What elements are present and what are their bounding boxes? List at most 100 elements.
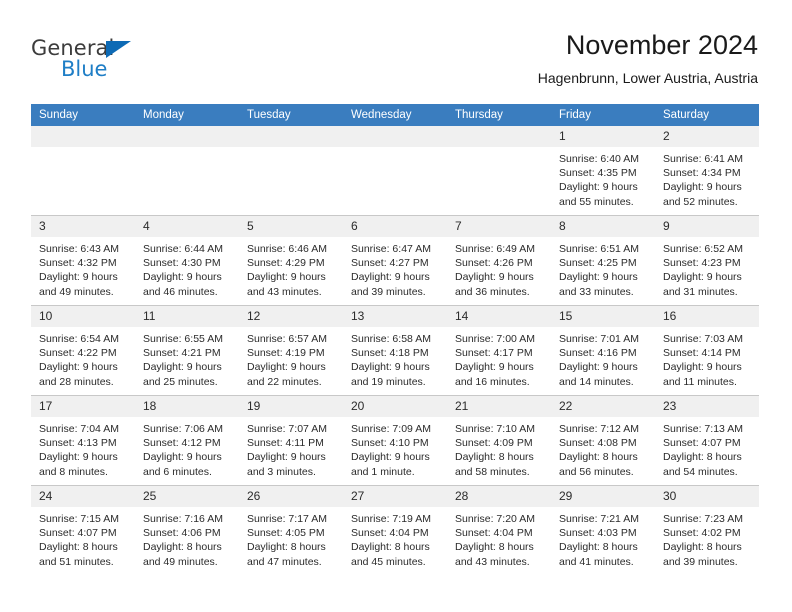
calendar-day-cell[interactable]: 19 Sunrise: 7:07 AM Sunset: 4:11 PM Dayligh… [239,395,343,486]
page-header: General Blue November 2024 Hagenbrunn, L… [0,0,792,100]
calendar-day-cell[interactable]: 20 Sunrise: 7:09 AM Sunset: 4:10 PM Dayligh… [343,395,447,486]
sunrise-text: Sunrise: 7:19 AM [351,513,431,525]
weekday-header-wednesday: Wednesday [343,104,447,126]
calendar-day-cell[interactable]: 6 Sunrise: 6:47 AM Sunset: 4:27 PM Daylight… [343,215,447,306]
calendar-day-cell[interactable]: 4 Sunrise: 6:44 AM Sunset: 4:30 PM Daylight… [135,215,239,306]
day-info: Sunrise: 6:58 AM Sunset: 4:18 PM Daylight:… [343,327,447,389]
day-info: Sunrise: 7:17 AM Sunset: 4:05 PM Daylight:… [239,507,343,569]
day-number: 21 [447,396,551,417]
sunset-text: Sunset: 4:18 PM [351,347,429,360]
day-number: 27 [343,486,447,507]
sunrise-text: Sunrise: 6:49 AM [455,243,535,255]
day-number [447,126,551,147]
sunrise-text: Sunrise: 7:07 AM [247,423,327,435]
general-blue-logo[interactable]: General Blue [31,36,231,86]
sunset-text: Sunset: 4:21 PM [143,347,221,360]
sunrise-text: Sunrise: 6:58 AM [351,333,431,345]
daylight-text: Daylight: 9 hours and 39 minutes. [351,271,430,298]
calendar-day-cell[interactable]: 13 Sunrise: 6:58 AM Sunset: 4:18 PM Dayligh… [343,305,447,396]
page-title: November 2024 [565,30,758,60]
day-number [343,126,447,147]
calendar-day-cell[interactable]: 1 Sunrise: 6:40 AM Sunset: 4:35 PM Daylight… [551,126,655,216]
sunset-text: Sunset: 4:34 PM [663,167,741,180]
calendar-day-cell[interactable]: 25 Sunrise: 7:16 AM Sunset: 4:06 PM Dayligh… [135,485,239,575]
sunset-text: Sunset: 4:03 PM [559,527,637,540]
calendar-day-cell[interactable]: 28 Sunrise: 7:20 AM Sunset: 4:04 PM Dayligh… [447,485,551,575]
calendar-day-cell[interactable]: 22 Sunrise: 7:12 AM Sunset: 4:08 PM Dayligh… [551,395,655,486]
sunrise-text: Sunrise: 6:52 AM [663,243,743,255]
calendar-day-cell[interactable]: 29 Sunrise: 7:21 AM Sunset: 4:03 PM Dayligh… [551,485,655,575]
daylight-text: Daylight: 9 hours and 3 minutes. [247,451,326,478]
sunset-text: Sunset: 4:08 PM [559,437,637,450]
calendar-day-cell[interactable]: 23 Sunrise: 7:13 AM Sunset: 4:07 PM Dayligh… [655,395,759,486]
calendar-week-row: 10 Sunrise: 6:54 AM Sunset: 4:22 PM Dayligh… [31,305,759,396]
daylight-text: Daylight: 9 hours and 25 minutes. [143,361,222,388]
day-number: 10 [31,306,135,327]
calendar-day-cell[interactable]: 21 Sunrise: 7:10 AM Sunset: 4:09 PM Dayligh… [447,395,551,486]
day-info: Sunrise: 6:57 AM Sunset: 4:19 PM Daylight:… [239,327,343,389]
daylight-text: Daylight: 9 hours and 11 minutes. [663,361,742,388]
daylight-text: Daylight: 9 hours and 1 minute. [351,451,430,478]
day-info: Sunrise: 7:21 AM Sunset: 4:03 PM Daylight:… [551,507,655,569]
sunset-text: Sunset: 4:35 PM [559,167,637,180]
sunset-text: Sunset: 4:27 PM [351,257,429,270]
sunset-text: Sunset: 4:13 PM [39,437,117,450]
calendar-day-cell-empty [239,126,343,216]
sunset-text: Sunset: 4:02 PM [663,527,741,540]
sunrise-text: Sunrise: 6:51 AM [559,243,639,255]
day-number: 18 [135,396,239,417]
sunset-text: Sunset: 4:17 PM [455,347,533,360]
day-number: 3 [31,216,135,237]
sunset-text: Sunset: 4:26 PM [455,257,533,270]
sunset-text: Sunset: 4:16 PM [559,347,637,360]
day-info: Sunrise: 7:20 AM Sunset: 4:04 PM Daylight:… [447,507,551,569]
sunset-text: Sunset: 4:05 PM [247,527,325,540]
daylight-text: Daylight: 9 hours and 16 minutes. [455,361,534,388]
day-info: Sunrise: 6:55 AM Sunset: 4:21 PM Daylight:… [135,327,239,389]
day-info: Sunrise: 6:43 AM Sunset: 4:32 PM Daylight:… [31,237,135,299]
day-info: Sunrise: 6:47 AM Sunset: 4:27 PM Daylight:… [343,237,447,299]
day-number: 15 [551,306,655,327]
calendar-day-cell[interactable]: 2 Sunrise: 6:41 AM Sunset: 4:34 PM Daylight… [655,126,759,216]
day-number: 20 [343,396,447,417]
calendar-day-cell[interactable]: 16 Sunrise: 7:03 AM Sunset: 4:14 PM Dayligh… [655,305,759,396]
sunset-text: Sunset: 4:23 PM [663,257,741,270]
calendar-day-cell[interactable]: 17 Sunrise: 7:04 AM Sunset: 4:13 PM Dayligh… [31,395,135,486]
sunrise-text: Sunrise: 6:54 AM [39,333,119,345]
weekday-header-friday: Friday [551,104,655,126]
daylight-text: Daylight: 8 hours and 41 minutes. [559,541,638,568]
day-number: 24 [31,486,135,507]
daylight-text: Daylight: 9 hours and 14 minutes. [559,361,638,388]
calendar-day-cell[interactable]: 9 Sunrise: 6:52 AM Sunset: 4:23 PM Daylight… [655,215,759,306]
calendar-day-cell[interactable]: 11 Sunrise: 6:55 AM Sunset: 4:21 PM Dayligh… [135,305,239,396]
sunrise-text: Sunrise: 6:47 AM [351,243,431,255]
calendar-day-cell[interactable]: 15 Sunrise: 7:01 AM Sunset: 4:16 PM Dayligh… [551,305,655,396]
calendar-day-cell[interactable]: 5 Sunrise: 6:46 AM Sunset: 4:29 PM Daylight… [239,215,343,306]
sunrise-text: Sunrise: 7:03 AM [663,333,743,345]
calendar-day-cell[interactable]: 30 Sunrise: 7:23 AM Sunset: 4:02 PM Dayligh… [655,485,759,575]
calendar-day-cell[interactable]: 12 Sunrise: 6:57 AM Sunset: 4:19 PM Dayligh… [239,305,343,396]
weekday-header-sunday: Sunday [31,104,135,126]
calendar-day-cell[interactable]: 18 Sunrise: 7:06 AM Sunset: 4:12 PM Dayligh… [135,395,239,486]
calendar-day-cell[interactable]: 24 Sunrise: 7:15 AM Sunset: 4:07 PM Dayligh… [31,485,135,575]
daylight-text: Daylight: 9 hours and 8 minutes. [39,451,118,478]
calendar-day-cell-empty [343,126,447,216]
daylight-text: Daylight: 9 hours and 31 minutes. [663,271,742,298]
calendar-day-cell[interactable]: 8 Sunrise: 6:51 AM Sunset: 4:25 PM Daylight… [551,215,655,306]
calendar-day-cell[interactable]: 14 Sunrise: 7:00 AM Sunset: 4:17 PM Dayligh… [447,305,551,396]
daylight-text: Daylight: 8 hours and 39 minutes. [663,541,742,568]
sunset-text: Sunset: 4:11 PM [247,437,324,450]
day-number: 5 [239,216,343,237]
calendar-day-cell[interactable]: 27 Sunrise: 7:19 AM Sunset: 4:04 PM Dayligh… [343,485,447,575]
sunset-text: Sunset: 4:22 PM [39,347,117,360]
day-number: 2 [655,126,759,147]
calendar-day-cell[interactable]: 7 Sunrise: 6:49 AM Sunset: 4:26 PM Daylight… [447,215,551,306]
sunrise-text: Sunrise: 7:00 AM [455,333,535,345]
day-info: Sunrise: 7:00 AM Sunset: 4:17 PM Daylight:… [447,327,551,389]
calendar-day-cell[interactable]: 3 Sunrise: 6:43 AM Sunset: 4:32 PM Daylight… [31,215,135,306]
calendar-day-cell[interactable]: 26 Sunrise: 7:17 AM Sunset: 4:05 PM Dayligh… [239,485,343,575]
day-number: 22 [551,396,655,417]
sunset-text: Sunset: 4:30 PM [143,257,221,270]
day-number: 17 [31,396,135,417]
calendar-day-cell[interactable]: 10 Sunrise: 6:54 AM Sunset: 4:22 PM Dayligh… [31,305,135,396]
